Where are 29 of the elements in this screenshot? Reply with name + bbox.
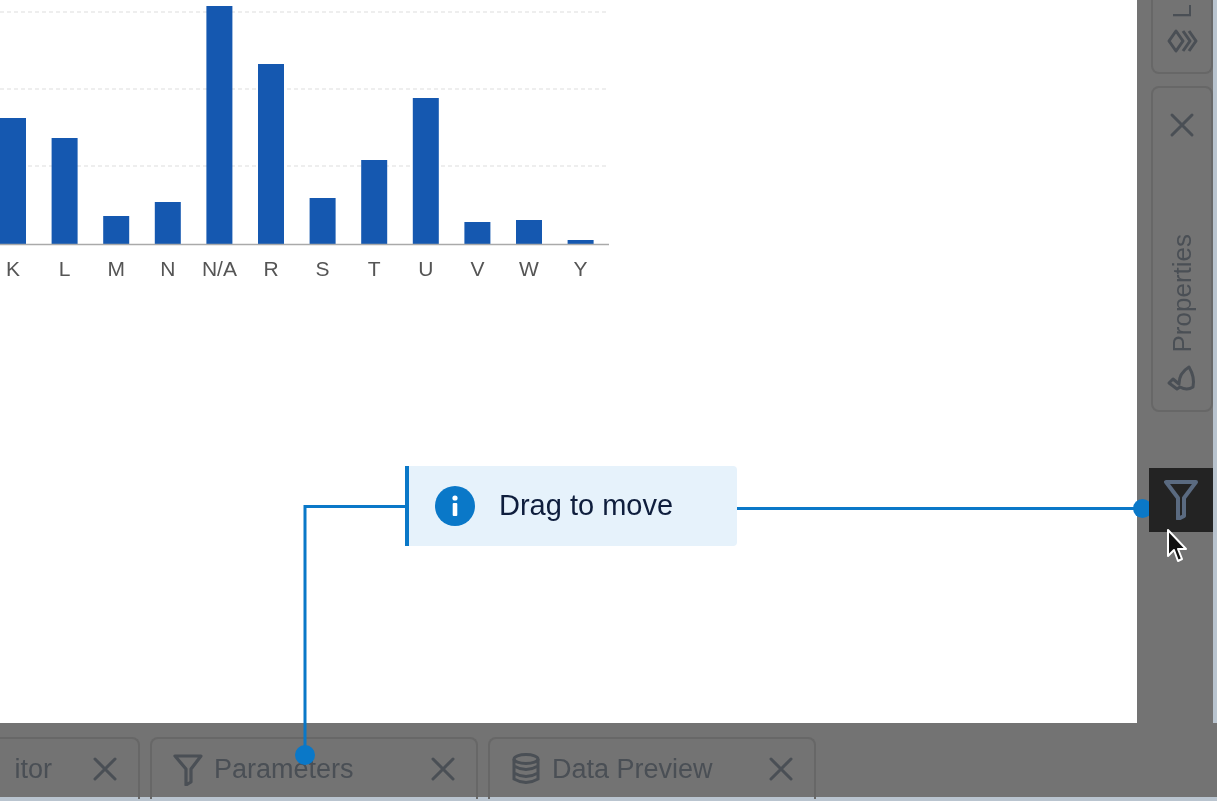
axis-label: N/A: [201, 257, 237, 280]
axis-label: U: [418, 257, 434, 280]
axis-label: M: [107, 257, 125, 280]
bar: [154, 202, 181, 244]
bar: [567, 240, 594, 244]
close-icon[interactable]: [430, 756, 456, 782]
bar: [516, 220, 542, 244]
axis-label: L: [58, 257, 71, 280]
filter-icon: [1164, 480, 1198, 520]
axis-label: T: [367, 257, 381, 280]
axis-label: N: [160, 257, 176, 280]
bar: [464, 222, 491, 244]
info-icon: [435, 486, 475, 526]
close-icon[interactable]: [1169, 112, 1195, 138]
database-icon: [510, 752, 542, 786]
axis-label: V: [470, 257, 485, 280]
close-icon[interactable]: [768, 756, 794, 782]
filter-icon: [172, 752, 204, 786]
cursor-icon: [1166, 528, 1190, 564]
filter-button[interactable]: [1149, 468, 1213, 532]
axis-label: R: [263, 257, 279, 280]
axis-label: W: [519, 257, 539, 280]
bar: [103, 216, 130, 244]
axis-label: K: [6, 257, 20, 280]
axis-label: Y: [573, 257, 588, 280]
close-icon[interactable]: [92, 756, 118, 782]
bar: [309, 198, 336, 244]
axis-label: S: [315, 257, 330, 280]
tooltip-text: Drag to move: [499, 488, 674, 524]
